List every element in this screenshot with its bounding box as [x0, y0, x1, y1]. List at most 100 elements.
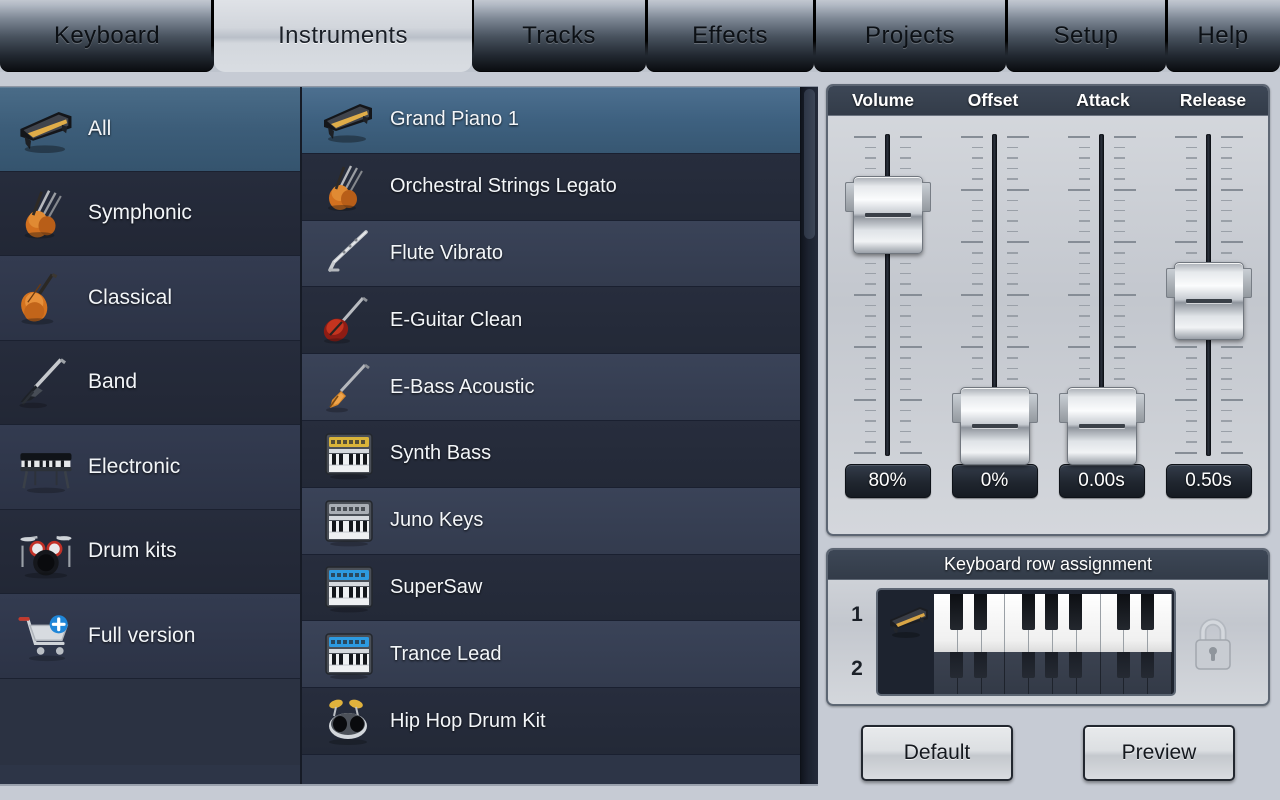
tick — [1220, 357, 1232, 359]
tab-effects[interactable]: Effects — [645, 0, 814, 72]
tab-tracks[interactable]: Tracks — [471, 0, 646, 72]
instrument-list-scrollbar[interactable] — [800, 87, 818, 784]
tab-setup[interactable]: Setup — [1005, 0, 1166, 72]
slider-value-offset[interactable]: 0% — [951, 464, 1038, 498]
slider-track-release[interactable] — [1161, 130, 1257, 460]
sidebar-item-all[interactable]: All — [0, 87, 300, 172]
tick — [864, 283, 876, 285]
tick — [1113, 252, 1125, 254]
sidebar-item-full-version[interactable]: Full version — [0, 594, 300, 679]
tick — [1078, 252, 1090, 254]
tick — [1113, 357, 1125, 359]
piano-black-key[interactable] — [1021, 652, 1035, 678]
slider-handle-attack[interactable] — [1058, 387, 1145, 466]
piano-black-key[interactable] — [1021, 594, 1035, 630]
tick — [864, 336, 876, 338]
default-button[interactable]: Default — [861, 725, 1013, 781]
tick — [1078, 378, 1090, 380]
piano-black-key[interactable] — [1116, 594, 1130, 630]
tick — [1113, 146, 1125, 149]
tick — [960, 188, 983, 191]
slider-column-volume: 80% — [834, 130, 941, 524]
sidebar-item-classical[interactable]: Classical — [0, 256, 300, 341]
tick — [899, 293, 922, 296]
slider-handle-offset[interactable] — [951, 387, 1038, 466]
instrument-list-item[interactable]: Hip Hop Drum Kit — [302, 688, 818, 755]
piano-black-key[interactable] — [1045, 652, 1059, 678]
keyboard-row-1-keys[interactable] — [934, 594, 1172, 652]
piano-black-key[interactable] — [974, 594, 988, 630]
keyboard-row-2-keys[interactable] — [934, 652, 1172, 694]
instrument-list-item[interactable]: Synth Bass — [302, 420, 818, 488]
tick — [1078, 304, 1090, 307]
tab-instruments[interactable]: Instruments — [211, 0, 472, 72]
sidebar-item-drum-kits[interactable]: Drum kits — [0, 509, 300, 594]
padlock-icon[interactable] — [1190, 611, 1236, 673]
piano-black-key[interactable] — [1140, 652, 1154, 678]
instrument-list-item[interactable]: Juno Keys — [302, 487, 818, 555]
slider-track-offset[interactable] — [947, 130, 1043, 466]
tick — [1078, 178, 1090, 180]
tick — [1185, 441, 1197, 443]
slider-track-volume[interactable] — [840, 130, 936, 460]
tab-help[interactable]: Help — [1165, 0, 1280, 72]
slider-handle-release[interactable] — [1165, 262, 1252, 340]
tick — [899, 315, 911, 317]
piano-black-key[interactable] — [1140, 594, 1154, 630]
sidebar-item-label: Drum kits — [88, 539, 177, 563]
instrument-list[interactable]: Grand Piano 1 Orchestral Strings Legato … — [302, 87, 818, 784]
slider-handle-volume[interactable] — [844, 176, 931, 255]
piano-black-key[interactable] — [1069, 652, 1083, 678]
instrument-list-item[interactable]: SuperSaw — [302, 554, 818, 622]
tick — [1185, 199, 1197, 202]
tick — [1006, 336, 1018, 338]
instrument-list-item[interactable]: Orchestral Strings Legato — [302, 153, 818, 221]
scrollbar-thumb[interactable] — [804, 89, 815, 239]
tick — [971, 209, 983, 212]
piano-black-key[interactable] — [1069, 594, 1083, 630]
piano-white-key[interactable] — [934, 594, 964, 652]
tab-projects[interactable]: Projects — [813, 0, 1006, 72]
tick — [1078, 220, 1090, 222]
instrument-name: Juno Keys — [390, 509, 484, 532]
tab-keyboard[interactable]: Keyboard — [0, 0, 214, 72]
tick — [899, 378, 911, 380]
piano-black-key[interactable] — [974, 652, 988, 678]
sidebar-item-label: Electronic — [88, 454, 181, 478]
piano-black-key[interactable] — [950, 652, 964, 678]
category-sidebar[interactable]: All Symphonic Classical Band Electronic … — [0, 87, 302, 784]
sidebar-item-electronic[interactable]: Electronic — [0, 425, 300, 510]
tick — [899, 272, 911, 275]
right-controls-column: Volume Offset Attack Release 80% 0% 0.00s 0.50… — [826, 84, 1270, 796]
piano-black-key[interactable] — [1116, 652, 1130, 678]
piano-white-key[interactable] — [1005, 594, 1035, 652]
sidebar-item-symphonic[interactable]: Symphonic — [0, 171, 300, 256]
slider-value-release[interactable]: 0.50s — [1165, 464, 1252, 498]
tick — [971, 378, 983, 380]
tick — [971, 304, 983, 307]
keyboard-rows-widget[interactable] — [876, 588, 1176, 696]
piano-black-key[interactable] — [1045, 594, 1059, 630]
instrument-list-item[interactable]: Trance Lead — [302, 621, 818, 689]
sidebar-item-band[interactable]: Band — [0, 340, 300, 425]
piano-white-key[interactable] — [1100, 652, 1130, 694]
instrument-list-item[interactable]: Flute Vibrato — [302, 220, 818, 288]
piano-white-key[interactable] — [934, 652, 964, 694]
bass-guitar-icon — [318, 360, 380, 414]
piano-white-key[interactable] — [1100, 594, 1130, 652]
piano-white-key[interactable] — [1005, 652, 1035, 694]
slider-header-row: Volume Offset Attack Release — [828, 86, 1268, 116]
piano-black-key[interactable] — [950, 594, 964, 630]
slider-value-attack[interactable]: 0.00s — [1058, 464, 1145, 498]
slider-label-release: Release — [1179, 90, 1247, 110]
slider-track-attack[interactable] — [1054, 130, 1150, 466]
instrument-list-item[interactable]: E-Bass Acoustic — [302, 354, 818, 421]
tick — [1220, 430, 1232, 433]
synth-yellow-icon — [318, 427, 380, 481]
tick — [1113, 293, 1136, 296]
tick — [1220, 188, 1243, 191]
preview-button[interactable]: Preview — [1083, 725, 1235, 781]
instrument-list-item[interactable]: E-Guitar Clean — [302, 287, 818, 355]
instrument-list-item[interactable]: Grand Piano 1 — [302, 87, 818, 154]
slider-value-volume[interactable]: 80% — [844, 464, 931, 498]
